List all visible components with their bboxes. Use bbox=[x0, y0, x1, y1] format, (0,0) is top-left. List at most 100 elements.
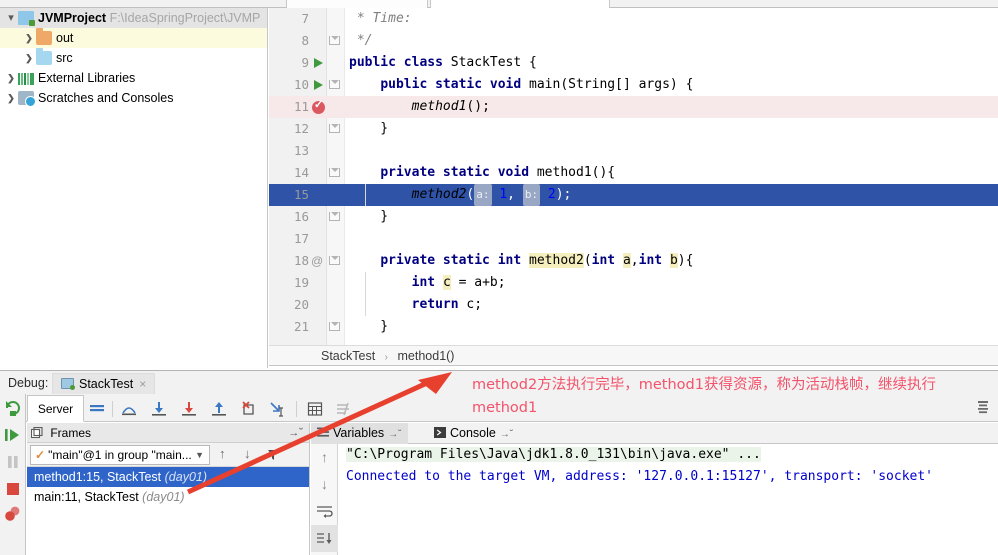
soft-wrap-icon[interactable] bbox=[311, 498, 338, 525]
debug-session-tab[interactable]: StackTest × bbox=[52, 373, 156, 395]
step-out-icon[interactable] bbox=[210, 400, 228, 418]
move-up-icon[interactable]: ↑ bbox=[219, 446, 226, 461]
view-breakpoints-icon[interactable] bbox=[0, 502, 26, 529]
code-line[interactable]: 18 @ private static int method2(int a,int… bbox=[269, 250, 998, 272]
annotation-line-1: method2方法执行完毕，method1获得资源，称为活动栈帧，继续执行 bbox=[472, 377, 936, 393]
line-number: 8 bbox=[301, 33, 309, 48]
project-tree-item-label: JVMProject bbox=[38, 11, 107, 25]
code-line[interactable]: 19 int c = a+b; bbox=[269, 272, 998, 294]
scratches-icon bbox=[18, 91, 36, 107]
console-line: "C:\Program Files\Java\jdk1.8.0_131\bin\… bbox=[338, 444, 998, 466]
run-gutter-icon[interactable] bbox=[311, 55, 327, 71]
tree-toggle-icon[interactable] bbox=[22, 48, 36, 69]
force-step-into-icon[interactable] bbox=[180, 400, 198, 418]
close-icon[interactable]: × bbox=[139, 377, 146, 391]
tree-toggle-icon[interactable] bbox=[4, 68, 18, 89]
code-line[interactable]: 13 bbox=[269, 140, 998, 162]
console-icon bbox=[434, 427, 446, 438]
project-tree-item[interactable]: External Libraries bbox=[0, 68, 267, 88]
fold-marker-icon[interactable] bbox=[329, 123, 341, 135]
drop-frame-icon[interactable] bbox=[240, 400, 258, 418]
breadcrumb-class[interactable]: StackTest bbox=[321, 349, 375, 363]
tab-server-label: Server bbox=[37, 402, 74, 416]
code-line[interactable]: 11 method1(); bbox=[269, 96, 998, 118]
filter-icon[interactable] bbox=[267, 449, 279, 461]
code-line[interactable]: 17 bbox=[269, 228, 998, 250]
scroll-to-end-icon[interactable] bbox=[311, 525, 338, 552]
code-line[interactable]: 9 public class StackTest { bbox=[269, 52, 998, 74]
code-lines[interactable]: 7 * Time: 8 */9 public class StackTest {10… bbox=[269, 8, 998, 345]
code-line[interactable]: 12 } bbox=[269, 118, 998, 140]
step-into-icon[interactable] bbox=[150, 400, 168, 418]
frames-list[interactable]: method1:15, StackTest (day01) main:11, St… bbox=[27, 467, 309, 507]
pin-icon[interactable]: →˘ bbox=[500, 429, 513, 440]
line-number: 14 bbox=[293, 165, 309, 180]
project-tree-item[interactable]: src bbox=[0, 48, 267, 68]
tree-toggle-icon[interactable] bbox=[4, 88, 18, 109]
code-line[interactable]: 16 } bbox=[269, 206, 998, 228]
tab-console[interactable]: Console →˘ bbox=[428, 423, 519, 444]
fold-marker-icon[interactable] bbox=[329, 211, 341, 223]
console-line: Connected to the target VM, address: '12… bbox=[338, 466, 998, 488]
frame-row[interactable]: method1:15, StackTest (day01) bbox=[27, 467, 309, 487]
evaluate-expression-icon[interactable] bbox=[306, 400, 324, 418]
module-icon bbox=[18, 11, 35, 26]
resume-program-icon[interactable] bbox=[0, 421, 26, 448]
tab-server[interactable]: Server bbox=[27, 395, 84, 422]
chevron-down-icon[interactable]: ▼ bbox=[195, 446, 204, 464]
show-execution-point-icon[interactable] bbox=[88, 400, 106, 418]
code-line[interactable]: 8 */ bbox=[269, 30, 998, 52]
project-tree-item[interactable]: JVMProject F:\IdeaSpringProject\JVMP bbox=[0, 8, 267, 28]
code-text: method1(); bbox=[411, 99, 490, 114]
editor-tab-partial-2[interactable] bbox=[430, 0, 610, 8]
line-number: 21 bbox=[293, 319, 309, 334]
code-line[interactable]: 10 public static void main(String[] args… bbox=[269, 74, 998, 96]
stop-icon[interactable] bbox=[0, 475, 26, 502]
frame-row[interactable]: main:11, StackTest (day01) bbox=[27, 487, 309, 507]
scroll-down-icon[interactable]: ↓ bbox=[311, 471, 338, 498]
tab-variables[interactable]: Variables →˘ bbox=[311, 423, 408, 444]
fold-marker-icon[interactable] bbox=[329, 321, 341, 333]
run-gutter-icon[interactable] bbox=[311, 77, 327, 93]
code-line[interactable]: 21 } bbox=[269, 316, 998, 338]
project-tree-item-path: F:\IdeaSpringProject\JVMP bbox=[109, 11, 261, 25]
code-text: return c; bbox=[411, 297, 483, 312]
move-down-icon[interactable]: ↓ bbox=[244, 446, 251, 461]
code-line[interactable]: 14 private static void method1(){ bbox=[269, 162, 998, 184]
code-editor[interactable]: 7 * Time: 8 */9 public class StackTest {10… bbox=[269, 8, 998, 345]
project-tree-item[interactable]: Scratches and Consoles bbox=[0, 88, 267, 108]
pause-program-icon[interactable] bbox=[0, 448, 26, 475]
fold-marker-icon[interactable] bbox=[329, 255, 341, 267]
breakpoint-icon[interactable] bbox=[311, 98, 327, 115]
hide-icon[interactable]: →˘ bbox=[288, 423, 303, 443]
override-marker-icon[interactable]: @ bbox=[311, 253, 327, 269]
line-number: 19 bbox=[293, 275, 309, 290]
mute-breakpoints-icon[interactable] bbox=[334, 400, 352, 418]
fold-marker-icon[interactable] bbox=[329, 79, 341, 91]
code-line[interactable]: 20 return c; bbox=[269, 294, 998, 316]
project-tree-item-label: External Libraries bbox=[38, 71, 136, 85]
code-line[interactable]: 7 * Time: bbox=[269, 8, 998, 30]
code-line[interactable]: 15 method2(a: 1, b: 2); bbox=[269, 184, 998, 206]
scroll-up-icon[interactable]: ↑ bbox=[311, 444, 338, 471]
breadcrumb-method[interactable]: method1() bbox=[398, 349, 455, 363]
thread-combo[interactable]: ✓ "main"@1 in group "main... ▼ bbox=[30, 445, 210, 465]
rerun-icon[interactable] bbox=[0, 394, 26, 421]
step-over-icon[interactable] bbox=[120, 400, 138, 418]
code-text: public class StackTest { bbox=[349, 55, 537, 70]
console-line-text: "C:\Program Files\Java\jdk1.8.0_131\bin\… bbox=[346, 447, 761, 462]
idea-debug-screenshot: JVMProject F:\IdeaSpringProject\JVMP out s… bbox=[0, 0, 998, 555]
fold-marker-icon[interactable] bbox=[329, 35, 341, 47]
project-tree-item-label: Scratches and Consoles bbox=[38, 91, 174, 105]
pin-icon[interactable]: →˘ bbox=[388, 429, 401, 440]
run-to-cursor-icon[interactable] bbox=[268, 400, 286, 418]
code-text: } bbox=[349, 209, 389, 224]
tree-toggle-icon[interactable] bbox=[4, 8, 18, 29]
console-output[interactable]: "C:\Program Files\Java\jdk1.8.0_131\bin\… bbox=[338, 444, 998, 555]
frames-pane: Frames →˘ ✓ "main"@1 in group "main... ▼ … bbox=[27, 423, 310, 555]
breadcrumb[interactable]: StackTest › method1() bbox=[269, 345, 998, 366]
tree-toggle-icon[interactable] bbox=[22, 28, 36, 49]
project-tree-item[interactable]: out bbox=[0, 28, 267, 48]
fold-marker-icon[interactable] bbox=[329, 167, 341, 179]
editor-tab-partial-1[interactable] bbox=[286, 0, 428, 8]
